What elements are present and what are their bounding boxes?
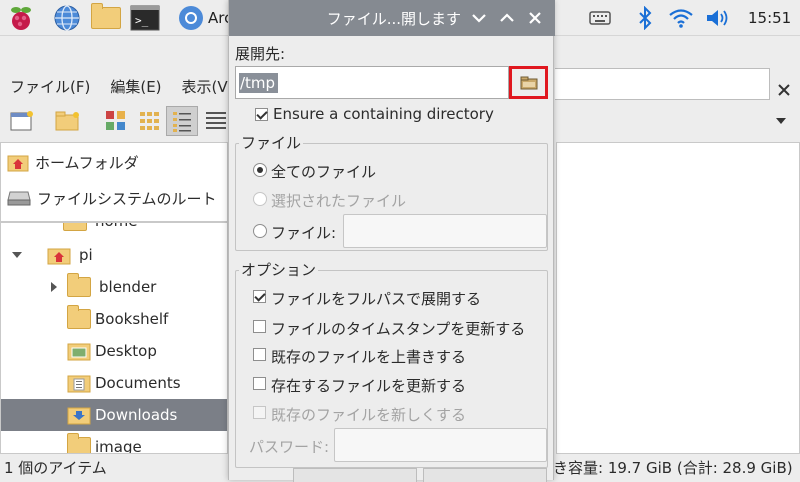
tree-item-pi[interactable]: pi bbox=[1, 239, 227, 271]
documents-folder-icon bbox=[67, 375, 91, 393]
update-existing-label: 存在するファイルを更新する bbox=[271, 377, 467, 395]
new-folder-icon[interactable] bbox=[52, 106, 84, 136]
password-label: パスワード: bbox=[249, 438, 330, 456]
folder-icon bbox=[67, 433, 91, 453]
all-files-radio[interactable] bbox=[253, 163, 267, 177]
path-bar[interactable] bbox=[555, 68, 770, 100]
tree-item-downloads[interactable]: Downloads bbox=[1, 399, 227, 431]
destination-value: /tmp bbox=[239, 73, 279, 93]
menu-edit[interactable]: 編集(E) bbox=[100, 76, 171, 98]
dialog-minimize-icon[interactable] bbox=[469, 8, 489, 28]
terminal-icon[interactable]: >_ bbox=[128, 2, 162, 34]
options-group-title: オプション bbox=[239, 259, 319, 280]
folder-icon bbox=[63, 223, 87, 231]
dialog-maximize-icon[interactable] bbox=[497, 8, 517, 28]
status-item-count: 1 個のアイテム bbox=[4, 459, 107, 477]
tree-item-documents[interactable]: Documents bbox=[1, 367, 227, 399]
status-free-space: き容量: 19.7 GiB (合計: 28.9 GiB) bbox=[553, 459, 793, 477]
dialog-close-icon[interactable] bbox=[525, 8, 545, 28]
folder-icon bbox=[67, 305, 91, 329]
newer-only-checkbox[interactable] bbox=[253, 406, 266, 419]
keyboard-icon[interactable] bbox=[586, 2, 614, 34]
directory-tree: home pi blender Bookshelf Desktop Docume… bbox=[0, 222, 228, 454]
close-icon[interactable] bbox=[774, 80, 794, 100]
tree-item-blender[interactable]: blender bbox=[1, 271, 227, 303]
desktop-folder-icon bbox=[67, 343, 91, 361]
thumbnail-view-icon[interactable] bbox=[100, 106, 132, 136]
file-manager-icon[interactable] bbox=[88, 2, 124, 34]
downloads-folder-icon bbox=[67, 407, 91, 425]
browser-globe-icon[interactable] bbox=[50, 2, 84, 34]
chromium-icon[interactable] bbox=[174, 2, 208, 34]
overwrite-label: 既存のファイルを上書きする bbox=[271, 348, 467, 366]
files-group-title: ファイル bbox=[239, 132, 304, 153]
volume-icon[interactable] bbox=[702, 2, 732, 34]
destination-input[interactable]: /tmp bbox=[235, 66, 509, 99]
bluetooth-icon[interactable] bbox=[632, 2, 658, 34]
tree-item-bookshelf[interactable]: Bookshelf bbox=[1, 303, 227, 335]
update-timestamp-checkbox[interactable] bbox=[253, 320, 266, 333]
home-icon bbox=[7, 155, 29, 172]
ensure-directory-checkbox[interactable] bbox=[255, 108, 268, 121]
expand-arrow-icon[interactable] bbox=[1, 250, 33, 260]
folder-open-icon bbox=[520, 76, 537, 89]
tree-item-image[interactable]: image bbox=[1, 431, 227, 453]
compact-view-icon[interactable] bbox=[166, 106, 198, 136]
folder-icon bbox=[67, 273, 91, 297]
extract-dialog: ファイル...開します 展開先: /tmp Ensure a containin… bbox=[228, 0, 555, 482]
place-root[interactable]: ファイルシステムのルート bbox=[7, 185, 217, 211]
password-input[interactable] bbox=[334, 428, 547, 462]
tree-item-home[interactable]: home bbox=[1, 223, 227, 237]
places-panel: ホームフォルダ ファイルシステムのルート bbox=[0, 142, 228, 222]
ensure-directory-label: Ensure a containing directory bbox=[273, 105, 494, 123]
collapse-arrow-icon[interactable] bbox=[1, 281, 63, 293]
selected-files-radio[interactable] bbox=[253, 192, 267, 206]
dialog-title: ファイル...開します bbox=[326, 10, 461, 28]
update-existing-checkbox[interactable] bbox=[253, 377, 266, 390]
overwrite-checkbox[interactable] bbox=[253, 348, 266, 361]
update-timestamp-label: ファイルのタイムスタンプを更新する bbox=[271, 320, 526, 338]
menubar: ファイル(F) 編集(E) 表示(V) bbox=[0, 76, 244, 98]
place-home[interactable]: ホームフォルダ bbox=[7, 149, 139, 175]
full-path-checkbox[interactable] bbox=[253, 290, 266, 303]
file-list-area[interactable] bbox=[556, 142, 800, 454]
drive-icon bbox=[7, 191, 31, 206]
files-pattern-input[interactable] bbox=[343, 214, 547, 248]
new-window-icon[interactable] bbox=[6, 106, 38, 136]
home-folder-icon bbox=[47, 248, 71, 265]
clock[interactable]: 15:51 bbox=[748, 9, 791, 27]
newer-only-label: 既存のファイルを新しくする bbox=[271, 406, 467, 424]
raspberry-menu-icon[interactable] bbox=[4, 2, 38, 34]
menu-file[interactable]: ファイル(F) bbox=[0, 76, 100, 98]
wifi-icon[interactable] bbox=[666, 2, 696, 34]
destination-label: 展開先: bbox=[235, 45, 286, 63]
place-label: ファイルシステムのルート bbox=[37, 189, 217, 208]
svg-text:>_: >_ bbox=[135, 14, 149, 27]
browse-folder-button[interactable] bbox=[509, 66, 548, 99]
files-pattern-label: ファイル: bbox=[271, 224, 337, 242]
files-pattern-radio[interactable] bbox=[253, 224, 267, 238]
icon-view-icon[interactable] bbox=[134, 106, 166, 136]
full-path-label: ファイルをフルパスで展開する bbox=[271, 290, 482, 308]
place-label: ホームフォルダ bbox=[35, 153, 139, 172]
selected-files-label: 選択されたファイル bbox=[271, 192, 407, 210]
tree-item-desktop[interactable]: Desktop bbox=[1, 335, 227, 367]
dialog-titlebar[interactable]: ファイル...開します bbox=[229, 0, 555, 36]
all-files-label: 全てのファイル bbox=[271, 163, 377, 181]
path-dropdown-icon[interactable] bbox=[776, 118, 786, 124]
